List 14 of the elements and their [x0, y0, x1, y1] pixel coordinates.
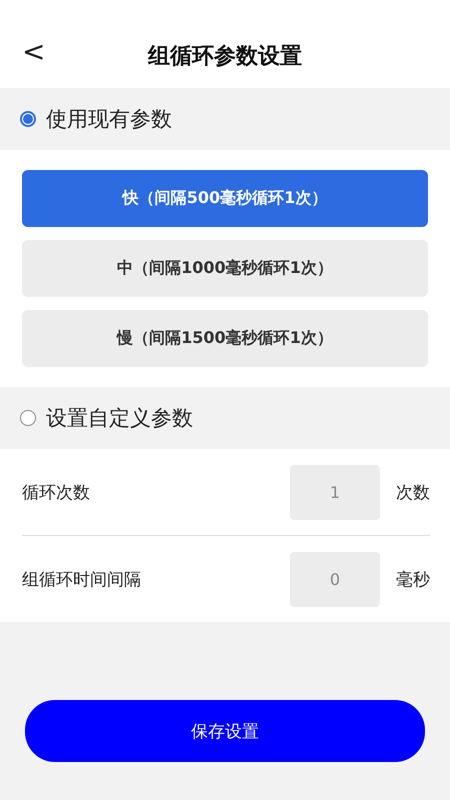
back-button[interactable]: <	[22, 38, 46, 66]
speed-option-button[interactable]: 中（间隔1000毫秒循环1次）	[22, 240, 428, 297]
field-label: 组循环时间间隔	[22, 568, 142, 590]
field-label: 循环次数	[22, 482, 91, 504]
radio-label: 设置自定义参数	[46, 405, 193, 432]
page-title: 组循环参数设置	[148, 43, 302, 71]
radio-label: 使用现有参数	[46, 106, 172, 133]
unit-label: 毫秒	[395, 568, 430, 590]
radio-button[interactable]	[20, 111, 36, 127]
save-button[interactable]: 保存设置	[25, 700, 425, 762]
speed-option-button[interactable]: 快（间隔500毫秒循环1次）	[22, 170, 428, 227]
speed-option-button[interactable]: 慢（间隔1500毫秒循环1次）	[22, 310, 428, 367]
unit-label: 次数	[395, 482, 430, 504]
radio-button[interactable]	[20, 410, 36, 426]
